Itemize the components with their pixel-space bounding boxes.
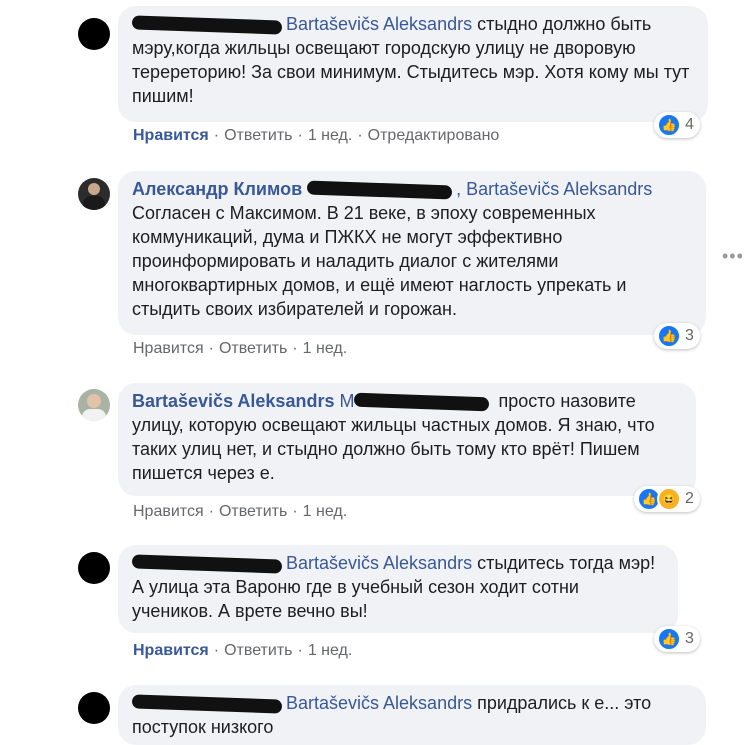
timestamp[interactable]: 1 нед.: [308, 642, 353, 659]
more-options-icon[interactable]: •••: [722, 246, 744, 267]
author-name[interactable]: Александр Климов: [132, 179, 302, 199]
like-link[interactable]: Нравится: [133, 642, 209, 659]
redacted-author-name: [131, 694, 283, 714]
reaction-summary[interactable]: 👍 3: [654, 323, 700, 349]
avatar[interactable]: [78, 178, 110, 210]
reply-link[interactable]: Ответить: [224, 642, 292, 659]
reaction-summary[interactable]: 👍 3: [654, 626, 700, 652]
timestamp[interactable]: 1 нед.: [303, 503, 348, 520]
comment-actions: Нравится · Ответить · 1 нед.: [133, 503, 348, 520]
comment-bubble: Bartaševičs Aleksandrs стыдно должно быт…: [118, 6, 708, 122]
avatar-redacted[interactable]: [78, 552, 110, 584]
comment-actions: Нравится · Ответить · 1 нед. · Отредактировано: [133, 127, 500, 144]
reply-link[interactable]: Ответить: [224, 127, 292, 144]
redacted-author-name: [131, 15, 283, 35]
timestamp[interactable]: 1 нед.: [303, 340, 348, 357]
edited-label[interactable]: Отредактировано: [368, 127, 500, 144]
comment-bubble: Bartaševičs Aleksandrs придрались к е...…: [118, 685, 706, 745]
comment-bubble: Bartaševičs Aleksandrs М просто назовите…: [118, 383, 696, 496]
like-link[interactable]: Нравится: [133, 127, 209, 144]
author-name[interactable]: Bartaševičs Aleksandrs: [132, 391, 334, 411]
thumbs-up-icon: 👍: [657, 113, 681, 137]
redacted-mention: [354, 392, 490, 412]
thumbs-up-icon: 👍: [657, 324, 681, 348]
reaction-summary[interactable]: 👍 😆 2: [634, 486, 700, 512]
redacted-author-name: [131, 554, 283, 574]
reply-link[interactable]: Ответить: [219, 503, 287, 520]
like-link[interactable]: Нравится: [133, 340, 204, 357]
comment-actions: Нравится · Ответить · 1 нед.: [133, 642, 353, 659]
reply-link[interactable]: Ответить: [219, 340, 287, 357]
avatar-redacted[interactable]: [78, 692, 110, 724]
redacted-mention: [306, 180, 453, 200]
comment-bubble: Bartaševičs Aleksandrs стыдитесь тогда м…: [118, 545, 678, 633]
reaction-count: 3: [685, 327, 694, 344]
mention-link[interactable]: Bartaševičs Aleksandrs: [286, 14, 472, 34]
timestamp[interactable]: 1 нед.: [308, 127, 353, 144]
mention-link[interactable]: Bartaševičs Aleksandrs: [286, 693, 472, 713]
mention-link[interactable]: Bartaševičs Aleksandrs: [286, 553, 472, 573]
like-link[interactable]: Нравится: [133, 503, 204, 520]
comment-bubble: Александр Климов , Bartaševičs Aleksandr…: [118, 171, 706, 335]
laughing-face-icon: 😆: [657, 487, 681, 511]
mention-link[interactable]: , Bartaševičs Aleksandrs: [456, 179, 652, 199]
reaction-count: 3: [685, 630, 694, 647]
comment-actions: Нравится · Ответить · 1 нед.: [133, 340, 348, 357]
mention-link[interactable]: М: [339, 391, 354, 411]
reaction-summary[interactable]: 👍 4: [654, 112, 700, 138]
comment-text: Согласен с Максимом. В 21 веке, в эпоху …: [132, 203, 627, 319]
reaction-count: 4: [685, 116, 694, 133]
avatar[interactable]: [78, 389, 110, 421]
thumbs-up-icon: 👍: [657, 627, 681, 651]
avatar-redacted[interactable]: [78, 18, 110, 50]
reaction-count: 2: [685, 490, 694, 507]
